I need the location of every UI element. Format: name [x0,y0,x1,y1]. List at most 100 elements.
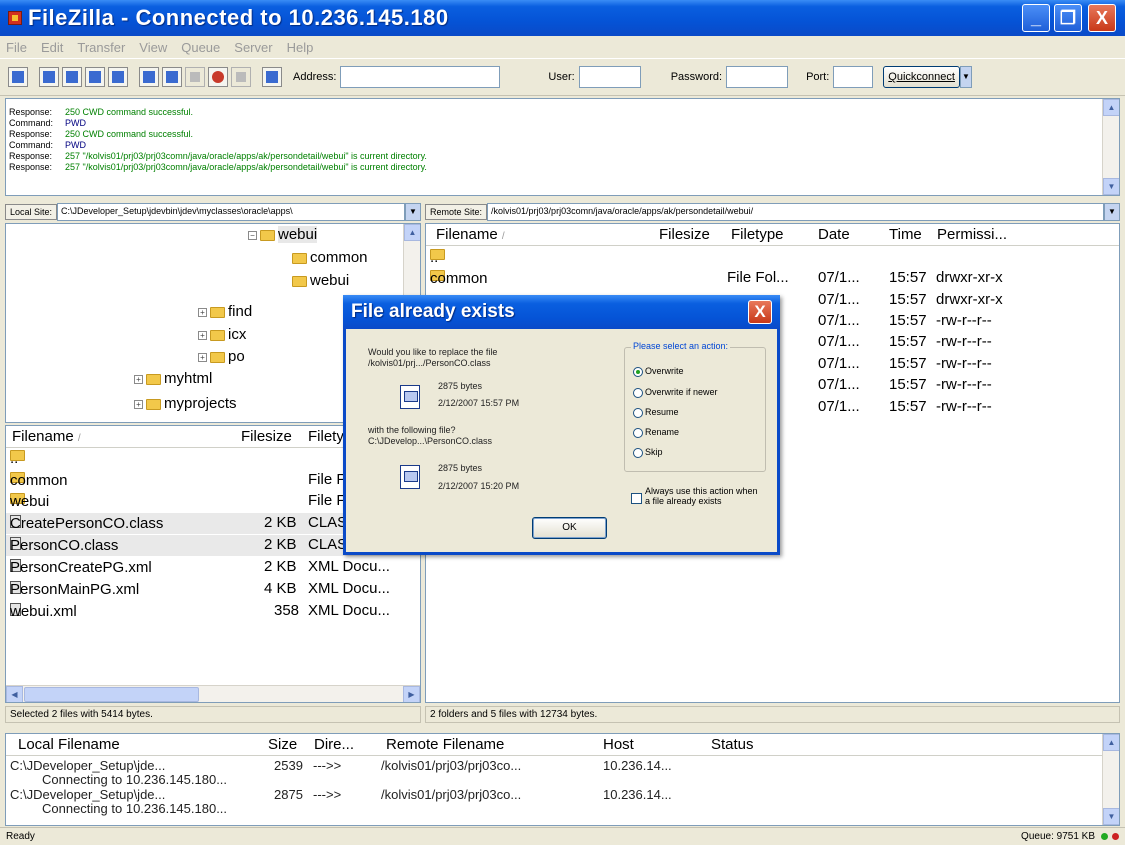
tree-node-myprojects[interactable]: + myprojects [134,395,237,412]
menu-file[interactable]: File [6,40,27,55]
action-group: Please select an action: Overwrite Overw… [624,341,766,472]
site-manager-icon[interactable] [8,67,28,87]
toggle-log-icon[interactable] [85,67,105,87]
queue-row[interactable]: C:\JDeveloper_Setup\jde... 2539 --->>/kolv… [6,758,1119,773]
menu-server[interactable]: Server [234,40,272,55]
toggle-remote-tree-icon[interactable] [62,67,82,87]
quickconnect-button[interactable]: Quickconnect [883,66,960,88]
remote-site-dropdown-icon[interactable]: ▼ [1104,203,1120,221]
always-use-label: Always use this action when a file alrea… [645,486,758,506]
always-use-checkbox[interactable] [631,493,642,504]
dialog-close-button[interactable]: X [748,300,772,324]
source-path: C:\JDevelop...\PersonCO.class [368,436,493,446]
column-size[interactable]: Size [268,736,297,753]
radio-icon [633,427,643,438]
list-item[interactable]: PersonMainPG.xml 4 KB XML Docu... [6,579,420,600]
column-filename[interactable]: Filename / [12,428,81,445]
column-filesize[interactable]: Filesize [659,226,710,243]
column-host[interactable]: Host [603,736,634,753]
menu-edit[interactable]: Edit [41,40,63,55]
toggle-local-tree-icon[interactable] [39,67,59,87]
column-direction[interactable]: Dire... [314,736,354,753]
local-site-dropdown-icon[interactable]: ▼ [405,203,421,221]
window-title: FileZilla - Connected to 10.236.145.180 [28,5,449,30]
expand-icon[interactable]: + [198,352,207,362]
log-row: Command: PWD [9,118,86,128]
column-filesize[interactable]: Filesize [241,428,292,445]
column-filetype[interactable]: Filetype [731,226,784,243]
radio-resume[interactable]: Resume [633,407,679,418]
radio-rename[interactable]: Rename [633,427,679,438]
expand-icon[interactable]: + [198,307,207,317]
tree-node-find[interactable]: + find [198,303,252,320]
scroll-left-icon[interactable]: ◀ [6,686,23,702]
log-scrollbar[interactable]: ▲ ▼ [1102,99,1119,195]
scroll-up-icon[interactable]: ▲ [404,224,420,241]
quickconnect-dropdown-icon[interactable]: ▼ [959,66,972,88]
close-window-button[interactable]: X [1088,4,1116,32]
expand-icon[interactable]: + [134,399,143,409]
collapse-icon[interactable]: − [248,230,257,240]
password-label: Password: [670,71,723,83]
refresh-icon[interactable] [139,67,159,87]
scroll-up-icon[interactable]: ▲ [1103,99,1119,116]
tree-node-common[interactable]: common [292,249,368,266]
scroll-thumb[interactable] [24,687,199,702]
tree-node-webui-child[interactable]: webui [292,272,349,289]
menu-view[interactable]: View [139,40,167,55]
radio-skip[interactable]: Skip [633,447,663,458]
reconnect-icon[interactable] [231,67,251,87]
column-filetype[interactable]: Filety [308,428,344,445]
title-bar: FileZilla - Connected to 10.236.145.180 … [0,0,1125,36]
port-input[interactable] [833,66,874,88]
transfer-queue: Local Filename Size Dire... Remote Filen… [5,733,1120,826]
local-list-hscrollbar[interactable]: ◀ ▶ [6,685,420,702]
scroll-down-icon[interactable]: ▼ [1103,178,1119,195]
target-date: 2/12/2007 15:57 PM [438,398,520,408]
local-site-path-input[interactable]: C:\JDeveloper_Setup\jdevbin\jdev\myclass… [57,203,405,221]
process-queue-icon[interactable] [162,67,182,87]
toggle-queue-icon[interactable] [108,67,128,87]
column-local-filename[interactable]: Local Filename [18,736,120,753]
column-filename[interactable]: Filename / [436,226,505,243]
filezilla-app-icon [8,11,22,25]
column-permissions[interactable]: Permissi... [937,226,1007,243]
scroll-up-icon[interactable]: ▲ [1103,734,1119,751]
status-bar: Ready Queue: 9751 KB [0,827,1125,845]
expand-icon[interactable]: + [134,374,143,384]
search-remote-icon[interactable] [262,67,282,87]
remote-status: 2 folders and 5 files with 12734 bytes. [425,706,1120,723]
column-date[interactable]: Date [818,226,850,243]
address-input[interactable] [340,66,501,88]
maximize-button[interactable]: ❐ [1054,4,1082,32]
column-time[interactable]: Time [889,226,922,243]
radio-overwrite[interactable]: Overwrite [633,366,684,377]
list-item[interactable]: .. [426,247,1119,268]
minimize-button[interactable]: _ [1022,4,1050,32]
menu-queue[interactable]: Queue [181,40,220,55]
tree-node-po[interactable]: + po [198,348,245,365]
tree-node-myhtml[interactable]: + myhtml [134,370,212,387]
password-input[interactable] [726,66,789,88]
menu-transfer[interactable]: Transfer [77,40,125,55]
list-item[interactable]: PersonCreatePG.xml 2 KB XML Docu... [6,557,420,578]
expand-icon[interactable]: + [198,330,207,340]
disconnect-icon[interactable] [208,67,228,87]
remote-site-path-input[interactable]: /kolvis01/prj03/prj03comn/java/oracle/ap… [487,203,1104,221]
column-remote-filename[interactable]: Remote Filename [386,736,504,753]
scroll-right-icon[interactable]: ▶ [403,686,420,702]
radio-icon [633,387,643,398]
cancel-icon[interactable] [185,67,205,87]
tree-node-webui[interactable]: − webui [248,226,318,243]
scroll-down-icon[interactable]: ▼ [1103,808,1119,825]
list-item[interactable]: webui.xml 358 XML Docu... [6,601,420,622]
queue-scrollbar[interactable]: ▲ ▼ [1102,734,1119,825]
column-status[interactable]: Status [711,736,754,753]
ok-button[interactable]: OK [532,517,607,539]
tree-node-icx[interactable]: + icx [198,326,246,343]
menu-help[interactable]: Help [287,40,314,55]
radio-overwrite-if-newer[interactable]: Overwrite if newer [633,387,718,398]
queue-row[interactable]: C:\JDeveloper_Setup\jde... 2875 --->>/kolv… [6,787,1119,802]
list-item[interactable]: common File Fol... 07/1... 15:57 drwxr-xr-x [426,268,1119,289]
user-input[interactable] [578,66,641,88]
